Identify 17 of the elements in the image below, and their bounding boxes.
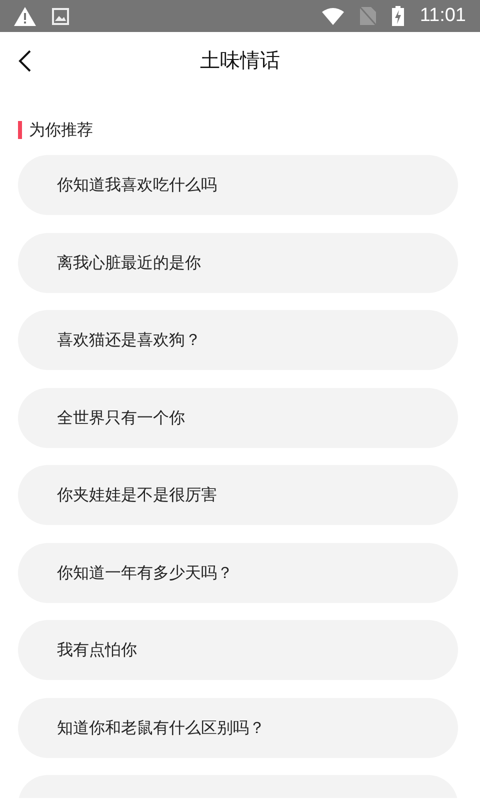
phrase-item[interactable]: 你知道我喜欢吃什么吗	[18, 155, 458, 215]
no-sim-icon	[360, 7, 376, 25]
warning-icon	[14, 6, 36, 26]
image-icon	[52, 8, 69, 24]
status-time: 11:01	[420, 4, 466, 28]
accent-bar	[18, 121, 22, 139]
wifi-icon	[322, 8, 344, 24]
phrase-item[interactable]: 你知道一年有多少天吗？	[18, 542, 458, 602]
phrase-item[interactable]: 喜欢猫还是喜欢狗？	[18, 310, 458, 370]
section-title: 为你推荐	[29, 119, 93, 141]
phrase-item[interactable]: 你夹娃娃是不是很厉害	[18, 465, 458, 525]
phrase-item[interactable]: 我有点怕你	[18, 620, 458, 680]
battery-charging-icon	[392, 6, 404, 26]
phrase-item[interactable]: 知道你和老鼠有什么区别吗？	[18, 698, 458, 758]
phrase-item[interactable]: 离我心脏最近的是你	[18, 232, 458, 292]
phrase-item[interactable]: 全世界只有一个你	[18, 388, 458, 448]
page-title: 土味情话	[200, 47, 280, 74]
